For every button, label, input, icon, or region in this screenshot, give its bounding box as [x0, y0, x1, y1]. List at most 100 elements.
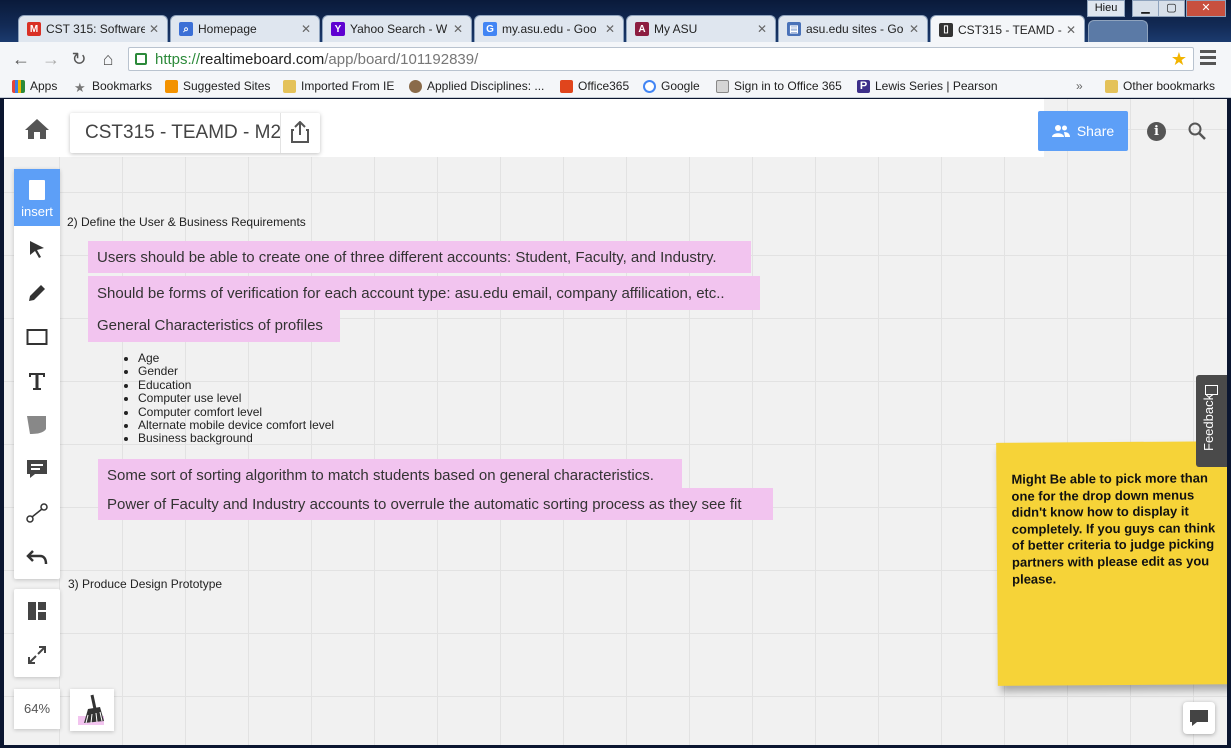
close-icon[interactable]: ✕: [301, 22, 311, 36]
profiles-heading-text: General Characteristics of profiles: [97, 316, 323, 334]
info-icon[interactable]: i: [1147, 122, 1166, 141]
broom-icon: [78, 694, 104, 725]
sticky-note-icon: [27, 416, 46, 434]
bookmark-applied-disciplines[interactable]: Applied Disciplines: ...: [409, 79, 544, 93]
list-item: Computer comfort level: [138, 405, 334, 419]
chrome-menu-icon[interactable]: [1200, 50, 1216, 66]
requirement-accounts[interactable]: Users should be able to create one of th…: [88, 241, 751, 273]
address-bar[interactable]: https:// realtimeboard.com /app/board/10…: [128, 47, 1194, 71]
section-2-heading[interactable]: 2) Define the User & Business Requiremen…: [67, 215, 306, 229]
text-tool[interactable]: [14, 359, 60, 403]
bookmark-label: Applied Disciplines: ...: [427, 79, 545, 93]
board-canvas[interactable]: CST315 - TEAMD - M2 Share i insert 64% 2…: [4, 99, 1227, 745]
requirement-text: Should be forms of verification for each…: [97, 284, 725, 302]
browser-tab[interactable]: A My ASU ✕: [626, 15, 776, 42]
gmail-icon: M: [27, 22, 41, 36]
section-3-heading[interactable]: 3) Produce Design Prototype: [68, 577, 222, 591]
sticky-note[interactable]: Might Be able to pick more than one for …: [996, 441, 1227, 686]
tab-title: My ASU: [654, 22, 698, 36]
bookmark-other-bookmarks[interactable]: Other bookmarks: [1105, 79, 1215, 93]
browser-tab-active[interactable]: ▯ CST315 - TEAMD - ✕: [930, 15, 1085, 43]
browser-tab[interactable]: ⌕ Homepage ✕: [170, 15, 320, 42]
lock-icon: [135, 53, 147, 65]
tools-panel: insert: [14, 169, 60, 579]
home-icon[interactable]: [24, 118, 50, 140]
rectangle-icon: [26, 329, 48, 345]
minimize-button[interactable]: ▁: [1132, 0, 1159, 17]
requirement-text: Users should be able to create one of th…: [97, 248, 717, 266]
close-icon[interactable]: ✕: [605, 22, 615, 36]
select-tool[interactable]: [14, 227, 60, 271]
list-item: Age: [138, 351, 334, 365]
connector-tool[interactable]: [14, 491, 60, 535]
apps-grid-icon: [12, 79, 25, 93]
close-icon[interactable]: ✕: [1066, 23, 1076, 37]
insert-button[interactable]: insert: [14, 169, 60, 226]
close-icon[interactable]: ✕: [909, 22, 919, 36]
document-icon: [29, 180, 45, 200]
document-icon: [716, 79, 729, 93]
bookmark-bookmarks[interactable]: ★ Bookmarks: [74, 79, 152, 95]
home-button[interactable]: ⌂: [97, 49, 119, 69]
sorting-note-text: Some sort of sorting algorithm to match …: [107, 466, 654, 484]
bookmark-apps[interactable]: Apps: [12, 79, 57, 93]
back-button[interactable]: ←: [10, 49, 32, 69]
bookmark-suggested-sites[interactable]: Suggested Sites: [165, 79, 270, 93]
folder-icon: [1105, 79, 1118, 93]
folder-icon: [283, 79, 296, 93]
new-tab-button[interactable]: [1088, 20, 1148, 42]
profile-button[interactable]: Hieu: [1087, 0, 1125, 17]
board-title[interactable]: CST315 - TEAMD - M2: [85, 122, 281, 144]
tab-title: Yahoo Search - W: [350, 22, 448, 36]
sticker-tool[interactable]: [14, 403, 60, 447]
view-tools-panel: [14, 589, 60, 677]
applied-disciplines-icon: [409, 79, 422, 93]
browser-tab[interactable]: M CST 315: Software ✕: [18, 15, 168, 42]
override-note[interactable]: Power of Faculty and Industry accounts t…: [98, 488, 773, 520]
bookmark-lewis-series[interactable]: P Lewis Series | Pearson: [857, 79, 998, 93]
undo-button[interactable]: [14, 535, 60, 579]
close-icon[interactable]: ✕: [453, 22, 463, 36]
maximize-button[interactable]: ▢: [1158, 0, 1185, 17]
zoom-level[interactable]: 64%: [14, 689, 60, 729]
browser-tab[interactable]: G my.asu.edu - Goo ✕: [474, 15, 624, 42]
close-icon[interactable]: ✕: [757, 22, 767, 36]
shape-tool[interactable]: [14, 315, 60, 359]
browser-tab[interactable]: ▤ asu.edu sites - Go ✕: [778, 15, 928, 42]
bookmarks-bar: Apps ★ Bookmarks Suggested Sites Importe…: [0, 76, 1231, 98]
profiles-heading[interactable]: General Characteristics of profiles: [88, 308, 340, 342]
chat-button[interactable]: [1183, 702, 1215, 734]
fullscreen-button[interactable]: [14, 633, 60, 677]
tab-title: Homepage: [198, 22, 257, 36]
export-icon[interactable]: [291, 121, 309, 143]
url-path: /app/board/101192839/: [324, 50, 479, 68]
undo-icon: [26, 550, 48, 565]
profile-characteristics-list[interactable]: Age Gender Education Computer use level …: [108, 351, 334, 446]
reload-button[interactable]: ↻: [68, 49, 90, 69]
bookmarks-overflow-icon[interactable]: »: [1076, 79, 1083, 93]
comment-tool[interactable]: [14, 447, 60, 491]
cleanup-button[interactable]: [70, 689, 114, 731]
url-host: realtimeboard.com: [200, 50, 325, 68]
requirement-verification[interactable]: Should be forms of verification for each…: [88, 276, 760, 310]
bookmark-sign-in-office[interactable]: Sign in to Office 365: [716, 79, 842, 93]
bookmark-star-icon[interactable]: ★: [1171, 49, 1187, 70]
browser-tab[interactable]: Y Yahoo Search - W ✕: [322, 15, 472, 42]
search-icon[interactable]: [1188, 122, 1206, 140]
bookmark-imported-from-ie[interactable]: Imported From IE: [283, 79, 394, 93]
close-window-button[interactable]: ✕: [1186, 0, 1226, 17]
bookmark-google[interactable]: Google: [643, 79, 700, 93]
feedback-label: Feedback: [1201, 393, 1216, 451]
board-title-box[interactable]: CST315 - TEAMD - M2: [70, 113, 320, 153]
share-button[interactable]: Share: [1038, 111, 1128, 151]
bookmark-office365[interactable]: Office365: [560, 79, 629, 93]
sorting-note[interactable]: Some sort of sorting algorithm to match …: [98, 459, 682, 491]
pen-tool[interactable]: [14, 271, 60, 315]
forward-button[interactable]: →: [40, 49, 62, 69]
star-icon: ★: [74, 79, 86, 95]
google-icon: G: [483, 22, 497, 36]
bookmark-label: Office365: [578, 79, 630, 93]
feedback-button[interactable]: Feedback: [1196, 375, 1227, 467]
layout-button[interactable]: [14, 589, 60, 633]
close-icon[interactable]: ✕: [149, 22, 159, 36]
